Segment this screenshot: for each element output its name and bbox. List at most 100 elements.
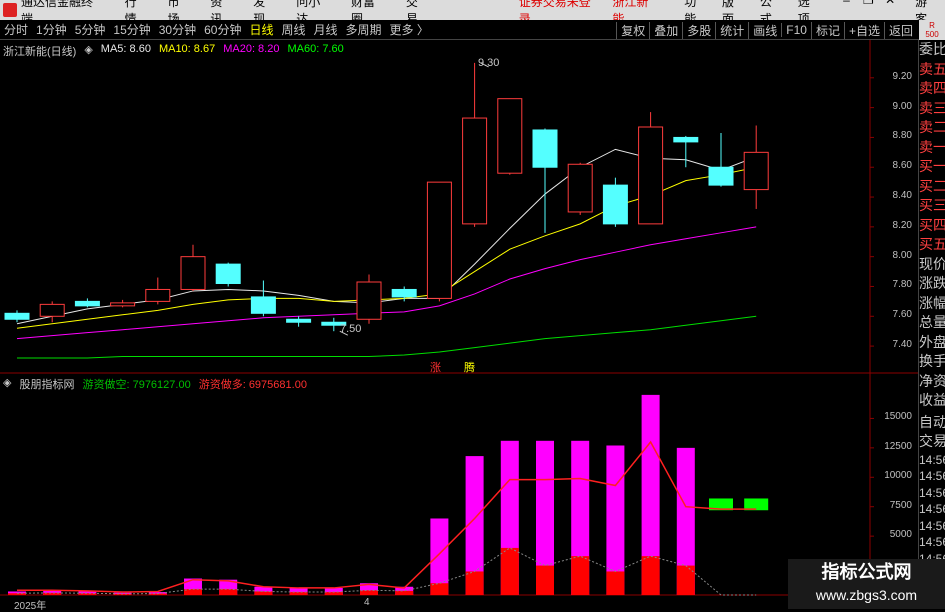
period-tab-1min[interactable]: 1分钟: [36, 21, 67, 38]
indicator-bar-base: [395, 590, 414, 595]
period-tab-5min[interactable]: 5分钟: [75, 21, 106, 38]
period-tab-weekly[interactable]: 周线: [281, 21, 305, 38]
tool-f10-button[interactable]: F10: [781, 23, 811, 37]
candle-body: [286, 318, 312, 323]
tick-time: 14:56: [919, 518, 945, 533]
indicator-bar-base: [8, 593, 26, 595]
candle-body: [567, 163, 593, 213]
auto-trade-label[interactable]: 交易: [919, 432, 945, 452]
price-tick-label: 8.80: [892, 130, 912, 142]
price-tick-label: 7.80: [892, 279, 912, 291]
quote-field-label: 净资: [919, 372, 945, 389]
tool-draw-button[interactable]: 画线: [748, 21, 781, 39]
legend-dot-icon: ◈: [3, 377, 12, 389]
chart-grid: [0, 40, 918, 609]
candle-body: [4, 312, 30, 320]
quote-field-label: 收益: [919, 392, 945, 408]
tool-adjust-button[interactable]: 复权: [616, 21, 649, 39]
tool-multi-stock-button[interactable]: 多股: [682, 21, 715, 39]
quote-field-label: 外盘: [919, 333, 945, 350]
price-tick-label: 9.00: [892, 100, 912, 112]
tool-back-button[interactable]: 返回: [883, 21, 917, 39]
quote-field-label: 买四: [919, 216, 945, 233]
quote-field-label: 涨跌: [919, 275, 945, 291]
candle-body: [708, 166, 734, 186]
sub-chart-legend: ◈ 股朋指标网 游资做空: 7976127.00 游资做多: 6975681.0…: [3, 376, 307, 392]
period-tab-15min[interactable]: 15分钟: [113, 21, 150, 38]
period-tab-monthly[interactable]: 月线: [314, 21, 338, 38]
quote-field-label: 涨幅: [919, 294, 945, 311]
candle-body: [638, 126, 664, 225]
r-badge[interactable]: R 500: [919, 20, 945, 40]
hot-money-long-label: 游资做多: 6975681.00: [198, 379, 307, 391]
chart-title[interactable]: 浙江新能(日线): [3, 43, 76, 59]
candle-body: [391, 288, 417, 298]
price-tick-label: 7.60: [892, 309, 912, 321]
candle-body: [110, 302, 136, 307]
period-tab-intraday[interactable]: 分时: [4, 21, 28, 38]
quote-field-label: 买三: [919, 197, 945, 213]
indicator-tick-label: 7500: [889, 499, 912, 511]
candle-body: [673, 136, 699, 143]
indicator-bar-base: [571, 556, 590, 595]
price-tick-label: 8.60: [892, 160, 912, 172]
hot-money-short-label: 游资做空: 7976127.00: [82, 379, 191, 391]
period-tab-60min[interactable]: 60分钟: [204, 21, 241, 38]
x-label-year: 2025年: [14, 601, 47, 612]
price-tick-label: 8.00: [892, 249, 912, 261]
tick-time: 14:56: [919, 485, 945, 500]
candle-body: [602, 184, 628, 225]
quote-field-label: 卖四: [919, 80, 945, 96]
candle-body: [497, 98, 523, 174]
ma10-label: MA10: 8.67: [158, 43, 216, 55]
tool-mark-button[interactable]: 标记: [810, 21, 844, 39]
period-tab-30min[interactable]: 30分钟: [159, 21, 196, 38]
indicator-bar-base: [536, 565, 554, 595]
ma20-label: MA20: 8.20: [223, 43, 280, 55]
tool-overlay-button[interactable]: 叠加: [649, 21, 682, 39]
quote-field-label: 换手: [919, 353, 945, 369]
price-tick-label: 7.40: [892, 339, 912, 351]
period-tab-daily[interactable]: 日线: [249, 21, 273, 38]
quote-field-label: 买二: [919, 177, 945, 194]
watermark-title: 指标公式网: [821, 562, 912, 582]
main-chart-legend: 浙江新能(日线) ◈ MA5: 8.60 MA10: 8.67 MA20: 8.…: [3, 43, 344, 59]
indicator-bar-base: [676, 565, 695, 595]
tool-add-watch-button[interactable]: +自选: [843, 21, 884, 39]
tool-stats-button[interactable]: 统计: [715, 21, 748, 39]
candle-body: [743, 151, 769, 191]
candle-body: [74, 300, 100, 307]
indicator-bar-base: [360, 590, 378, 595]
watermark-url: www.zbgs3.com: [815, 587, 918, 603]
period-tab-multi[interactable]: 多周期: [346, 21, 382, 38]
indicator-bar-base: [641, 556, 660, 595]
indicator-tick-label: 10000: [884, 470, 912, 482]
quote-field-label: 现价: [919, 255, 945, 272]
price-tick-label: 9.20: [892, 70, 912, 82]
right-quote-panel: 委比 卖五 卖四 卖三 卖二 卖一 买一 买二 买三 买四 买五 现价 涨跌 涨幅 总量 外盘 换手 净资 收益 自…: [918, 40, 945, 609]
indicator-tick-label: 12500: [884, 440, 912, 452]
auto-trade-label[interactable]: 自动: [919, 413, 945, 433]
low-price-marker: 7.50: [340, 323, 362, 335]
price-tick-label: 8.40: [892, 190, 912, 202]
candle-body: [532, 129, 558, 168]
high-price-marker: 9.30: [478, 57, 500, 69]
candle-body: [426, 181, 452, 299]
quote-field-label: 买一: [919, 158, 945, 174]
indicator-bar-base: [465, 571, 484, 595]
candle-body: [356, 281, 382, 320]
signal-label-soar: 腾: [464, 362, 475, 374]
candle-body: [250, 296, 276, 314]
watermark: 指标公式网 www.zbgs3.com: [788, 559, 945, 609]
quote-field-label: 总量: [919, 314, 945, 330]
chart-canvas[interactable]: [0, 40, 918, 609]
period-tab-more[interactable]: 更多 〉: [390, 21, 429, 38]
tick-time: 14:56: [919, 452, 945, 467]
candle-body: [180, 256, 206, 290]
tick-time: 14:56: [919, 469, 945, 483]
indicator-title[interactable]: 股朋指标网: [19, 376, 74, 392]
period-toolbar: 分时 1分钟 5分钟 15分钟 30分钟 60分钟 日线 周线 月线 多周期 更…: [0, 20, 945, 40]
candle-body: [39, 303, 65, 317]
candle-body: [462, 117, 488, 225]
indicator-bar-base: [606, 571, 625, 595]
